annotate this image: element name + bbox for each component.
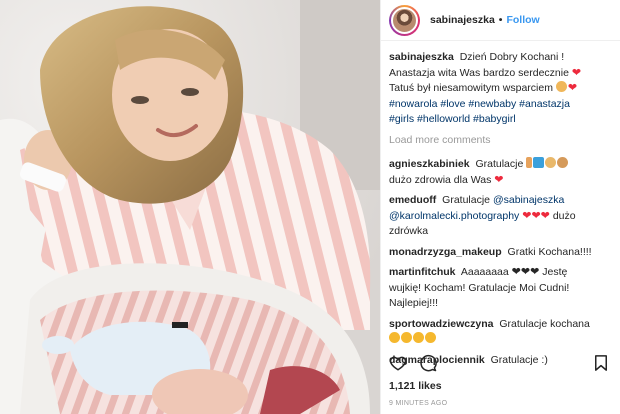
comment-item: emeduoff Gratulacje @sabinajeszka @karol… [389,193,610,240]
post-timestamp: 9 MINUTES AGO [389,400,448,407]
heart-eyes-icon [389,332,400,343]
comment-text: Gratulacje [442,194,491,206]
comment-username[interactable]: sportowadziewczyna [389,318,493,330]
load-more-comments-link[interactable]: Load more comments [389,133,610,149]
caption: sabinajeszka Dzień Dobry Kochani ! Anast… [389,50,610,128]
follow-button[interactable]: Follow [506,14,539,26]
caption-username[interactable]: sabinajeszka [389,51,454,63]
baby-icon [533,157,545,168]
comment-item: agnieszkabiniek Gratulacje dużo zdrowia … [389,157,610,188]
family-icon [557,157,569,168]
comment-item: martinfitchuk Aaaaaaaa ❤❤❤ Jestę wujkię!… [389,265,610,312]
caption-hashtags-1[interactable]: #nowarola #love #newbaby #anastazja [389,98,570,110]
likes-count[interactable]: 1,121 likes [389,380,442,392]
comment-text-4: Najlepiej!!! [389,297,439,309]
comment-text-2: Jestę [542,266,568,278]
photo-illustration [0,0,380,414]
post-header: sabinajeszka • Follow [381,0,620,41]
black-heart-icon: ❤❤❤ [511,266,540,278]
speech-bubble-icon[interactable] [419,354,437,372]
red-heart-icon: ❤ [522,209,532,222]
kiss-icon [425,332,436,343]
comment-text: Gratki Kochana!!!! [507,245,592,258]
owner-username[interactable]: sabinajeszka [430,14,495,26]
caption-hashtags-2[interactable]: #girls #helloworld #babygirl [389,113,516,125]
comment-text-3: wujkię! Kocham! Gratulacje Moi Cudni! [389,281,570,294]
post-photo[interactable] [0,0,380,414]
heart-outline-icon[interactable] [389,354,407,372]
red-heart-icon: ❤ [567,82,578,94]
comment-item: sportowadziewczyna Gratulacje kochana [389,317,610,348]
comment-text: Gratulacje kochana [499,317,590,330]
post-side-panel: sabinajeszka • Follow sabinajeszka Dzień… [380,0,620,414]
comment-username[interactable]: emeduoff [389,194,436,206]
mention-link[interactable]: @sabinajeszka [493,194,564,206]
post-actions-bar [389,352,610,374]
caption-text-2: Anastazja wita Was bardzo serdecznie [389,66,569,79]
comments-list: sabinajeszka Dzień Dobry Kochani ! Anast… [389,50,610,373]
caption-text-1: Dzień Dobry Kochani ! [459,51,565,63]
comment-text-3: zdrówka [389,225,429,237]
comment-text: Aaaaaaaa [460,266,509,278]
red-heart-icon: ❤ [540,209,550,222]
comment-item: monadrzyzga_makeup Gratki Kochana!!!! [389,245,610,261]
caption-text-3: Tatuś był niesamowitym wsparciem [389,82,553,94]
red-heart-icon: ❤ [571,66,582,79]
heart-eyes-icon [401,332,412,343]
mention-link[interactable]: @karolmalecki.photography [389,210,519,222]
comment-username[interactable]: monadrzyzga_makeup [389,246,502,258]
comment-username[interactable]: agnieszkabiniek [389,158,470,170]
praying-hands-icon [555,81,567,92]
red-heart-icon: ❤ [531,209,541,222]
avatar[interactable] [389,4,420,36]
comment-text: Gratulacje [475,158,524,170]
comment-text-2: dużo zdrowia dla Was [389,173,492,186]
comment-username[interactable]: martinfitchuk [389,266,456,278]
red-heart-icon: ❤ [494,173,504,186]
bookmark-icon[interactable] [592,354,610,372]
comment-text-2: dużo [552,209,576,222]
bottle-icon [526,157,533,168]
separator-dot: • [498,14,503,26]
family-icon [545,157,557,168]
heart-eyes-icon [413,332,424,343]
